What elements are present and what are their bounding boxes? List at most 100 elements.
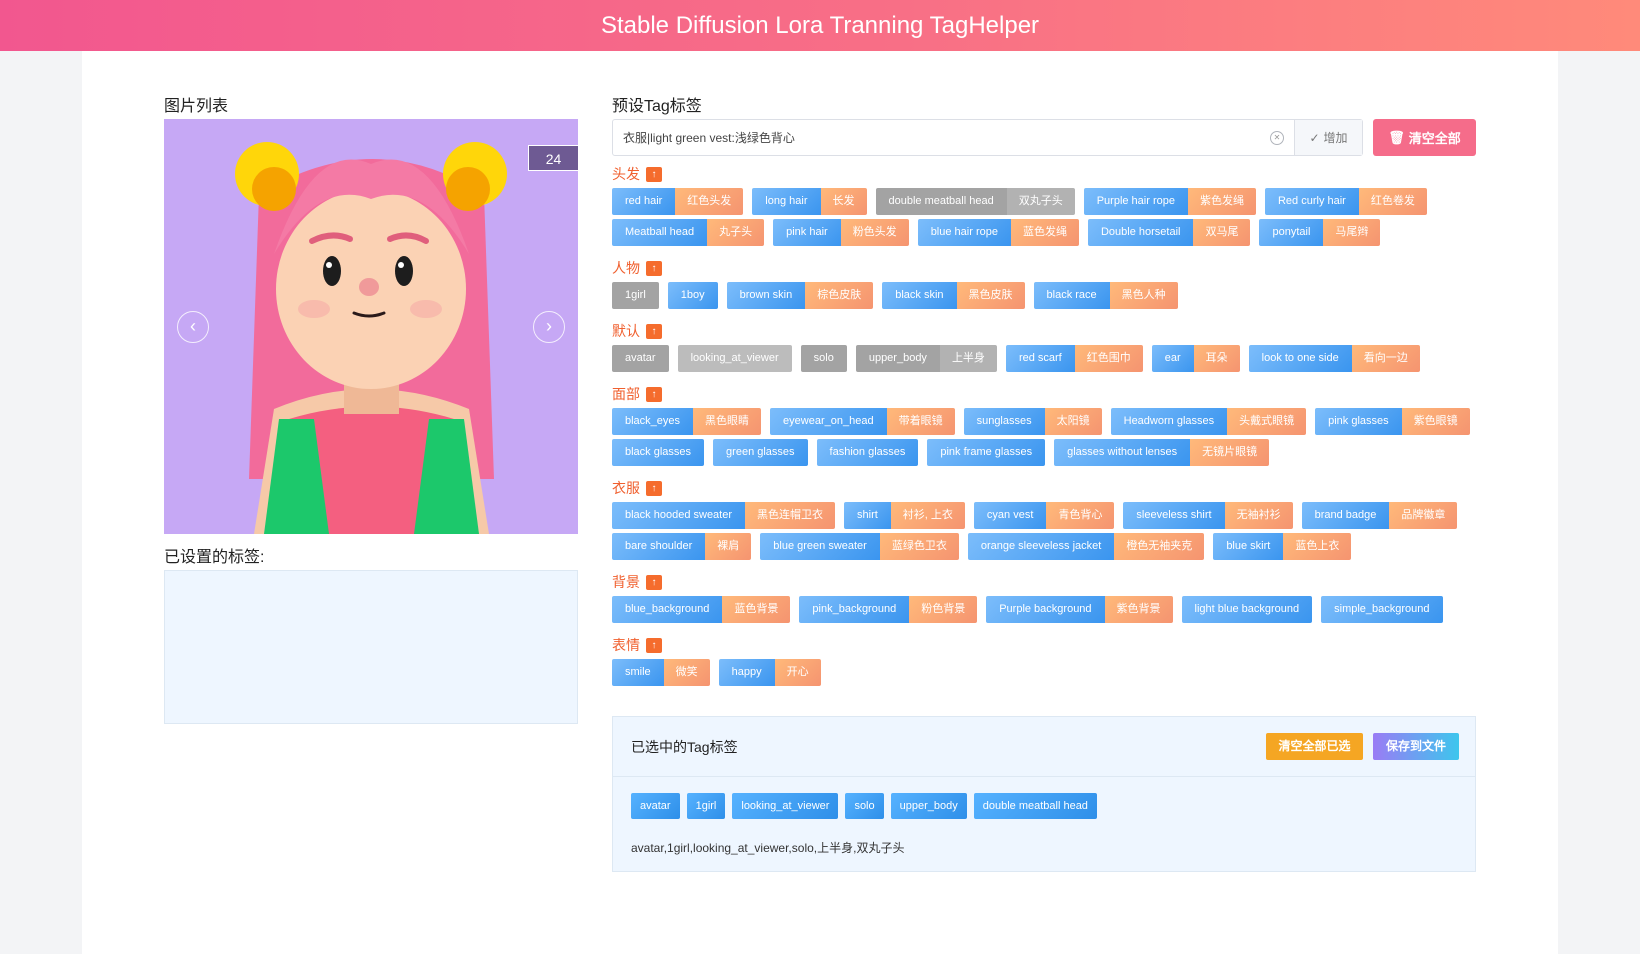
tag-button[interactable]: 1girl <box>612 282 659 309</box>
avatar-image <box>164 119 578 534</box>
selected-tag-chip[interactable]: upper_body <box>890 793 967 819</box>
tag-button[interactable]: fashion glasses <box>816 439 919 466</box>
tag-category: 面部 ↑ black_eyes 黑色眼睛 eyewear_on_head 带着眼镜 sung… <box>612 384 1470 470</box>
next-image-button[interactable]: › <box>533 311 565 343</box>
preset-tag-input[interactable] <box>613 120 1270 155</box>
tag-button[interactable]: pink_background 粉色背景 <box>799 596 978 623</box>
collapse-icon[interactable]: ↑ <box>646 323 662 339</box>
save-to-file-button[interactable]: 保存到文件 <box>1373 733 1459 760</box>
tag-en-label: blue green sweater <box>760 533 880 560</box>
tag-button[interactable]: green glasses <box>713 439 808 466</box>
selected-tag-chip[interactable]: 1girl <box>686 793 726 819</box>
selected-tag-chip[interactable]: solo <box>845 793 884 819</box>
collapse-icon[interactable]: ↑ <box>646 260 662 276</box>
image-carousel[interactable]: 24 ‹ › <box>164 119 578 534</box>
tag-button[interactable]: 1boy <box>667 282 718 309</box>
tag-button[interactable]: pink hair 粉色头发 <box>773 219 909 246</box>
tag-button[interactable]: looking_at_viewer <box>677 345 792 372</box>
tag-en-label: black_eyes <box>612 408 694 435</box>
tag-button[interactable]: cyan vest 青色背心 <box>973 502 1115 529</box>
tag-button[interactable]: blue green sweater 蓝绿色卫衣 <box>760 533 959 560</box>
selected-tag-chip[interactable]: looking_at_viewer <box>732 793 839 819</box>
clear-all-label: 清空全部 <box>1408 131 1461 146</box>
tag-button[interactable]: long hair 长发 <box>752 188 867 215</box>
tag-button[interactable]: avatar <box>612 345 669 372</box>
tag-button[interactable]: blue hair rope 蓝色发绳 <box>917 219 1079 246</box>
tag-en-label: blue_background <box>612 596 723 623</box>
tag-button[interactable]: Meatball head 丸子头 <box>612 219 765 246</box>
selected-tag-chip[interactable]: avatar <box>631 793 680 819</box>
tag-en-label: Headworn glasses <box>1110 408 1228 435</box>
tag-button[interactable]: shirt 衬衫, 上衣 <box>844 502 965 529</box>
tag-en-label: glasses without lenses <box>1054 439 1191 466</box>
tag-button[interactable]: black race 黑色人种 <box>1033 282 1178 309</box>
tag-en-label: black race <box>1033 282 1110 309</box>
clear-selected-button[interactable]: 清空全部已选 <box>1266 733 1363 760</box>
prev-image-button[interactable]: ‹ <box>177 311 209 343</box>
preset-input-group: ✕ ✓ 增加 <box>612 119 1363 156</box>
tag-button[interactable]: solo <box>800 345 847 372</box>
tag-button[interactable]: eyewear_on_head 带着眼镜 <box>770 408 955 435</box>
category-label: 面部 <box>612 386 640 402</box>
tag-en-label: orange sleeveless jacket <box>967 533 1115 560</box>
category-header: 人物 ↑ <box>612 258 1178 278</box>
tag-button[interactable]: pink frame glasses <box>927 439 1046 466</box>
tag-button[interactable]: Purple hair rope 紫色发绳 <box>1083 188 1256 215</box>
tag-button[interactable]: orange sleeveless jacket 橙色无袖夹克 <box>967 533 1205 560</box>
tag-button[interactable]: brown skin 棕色皮肤 <box>726 282 874 309</box>
tag-row: black_eyes 黑色眼睛 eyewear_on_head 带着眼镜 sunglas… <box>612 408 1470 435</box>
clear-all-button[interactable]: 🗑 清空全部 <box>1373 119 1476 156</box>
tag-button[interactable]: double meatball head 双丸子头 <box>875 188 1075 215</box>
collapse-icon[interactable]: ↑ <box>646 637 662 653</box>
tag-button[interactable]: light blue background <box>1181 596 1313 623</box>
collapse-icon[interactable]: ↑ <box>646 166 662 182</box>
tag-en-label: avatar <box>612 345 669 372</box>
tag-en-label: black glasses <box>612 439 705 466</box>
collapse-icon[interactable]: ↑ <box>646 386 662 402</box>
tag-button[interactable]: Red curly hair 红色卷发 <box>1264 188 1427 215</box>
tag-button[interactable]: sunglasses 太阳镜 <box>963 408 1102 435</box>
tag-button[interactable]: red hair 红色头发 <box>612 188 744 215</box>
tag-zh-label: 开心 <box>774 659 821 686</box>
tag-button[interactable]: blue_background 蓝色背景 <box>612 596 791 623</box>
tag-button[interactable]: pink glasses 紫色眼镜 <box>1315 408 1470 435</box>
tag-button[interactable]: black glasses <box>612 439 705 466</box>
clear-input-icon[interactable]: ✕ <box>1270 130 1284 145</box>
tag-button[interactable]: Headworn glasses 头戴式眼镜 <box>1110 408 1307 435</box>
tag-button[interactable]: blue skirt 蓝色上衣 <box>1213 533 1352 560</box>
tag-button[interactable]: smile 微笑 <box>612 659 710 686</box>
tag-zh-label: 黑色人种 <box>1109 282 1178 309</box>
tag-button[interactable]: black hooded sweater 黑色连帽卫衣 <box>612 502 836 529</box>
tag-category: 背景 ↑ blue_background 蓝色背景 pink_background 粉色背… <box>612 572 1443 627</box>
tag-button[interactable]: bare shoulder 裸肩 <box>612 533 752 560</box>
tag-button[interactable]: Double horsetail 双马尾 <box>1087 219 1251 246</box>
tag-button[interactable]: Purple background 紫色背景 <box>986 596 1173 623</box>
tag-button[interactable]: glasses without lenses 无镜片眼镜 <box>1054 439 1270 466</box>
category-label: 人物 <box>612 260 640 276</box>
tag-button[interactable]: simple_background <box>1321 596 1443 623</box>
tag-en-label: look to one side <box>1248 345 1352 372</box>
tag-zh-label: 耳朵 <box>1193 345 1240 372</box>
tag-button[interactable]: black_eyes 黑色眼睛 <box>612 408 762 435</box>
tag-button[interactable]: upper_body 上半身 <box>855 345 997 372</box>
tag-zh-label: 红色头发 <box>675 188 744 215</box>
collapse-icon[interactable]: ↑ <box>646 574 662 590</box>
selected-tag-chip[interactable]: double meatball head <box>973 793 1097 819</box>
tag-en-label: Red curly hair <box>1264 188 1359 215</box>
tag-en-label: Meatball head <box>612 219 708 246</box>
tag-zh-label: 看向一边 <box>1351 345 1420 372</box>
tag-button[interactable]: look to one side 看向一边 <box>1248 345 1420 372</box>
tag-zh-label: 上半身 <box>939 345 997 372</box>
selected-tags-text: avatar,1girl,looking_at_viewer,solo,上半身,… <box>631 841 905 855</box>
tag-button[interactable]: sleeveless shirt 无袖衬衫 <box>1123 502 1293 529</box>
tag-button[interactable]: red scarf 红色围巾 <box>1005 345 1143 372</box>
collapse-icon[interactable]: ↑ <box>646 480 662 496</box>
tag-button[interactable]: black skin 黑色皮肤 <box>882 282 1025 309</box>
add-tag-button[interactable]: ✓ 增加 <box>1294 120 1362 155</box>
tag-en-label: looking_at_viewer <box>677 345 792 372</box>
tag-button[interactable]: brand badge 品牌徽章 <box>1301 502 1458 529</box>
tag-button[interactable]: happy 开心 <box>718 659 821 686</box>
tag-button[interactable]: ear 耳朵 <box>1151 345 1240 372</box>
tag-button[interactable]: ponytail 马尾辫 <box>1259 219 1381 246</box>
tags-set-box[interactable] <box>164 570 578 724</box>
